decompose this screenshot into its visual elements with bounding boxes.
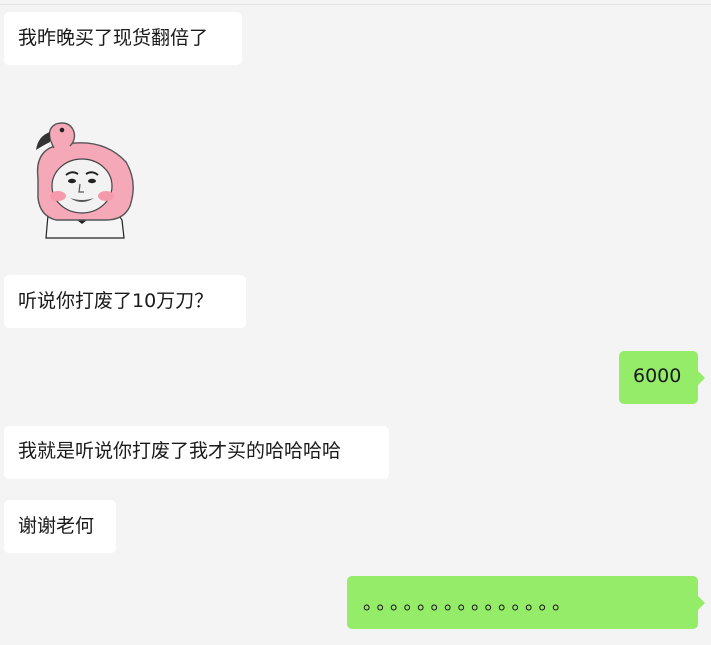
- message-text: 。。。。。。。。。。。。。。。: [363, 592, 576, 614]
- top-divider: [0, 4, 711, 5]
- incoming-message-bubble[interactable]: 谢谢老何: [4, 500, 116, 553]
- incoming-message-bubble[interactable]: 我就是听说你打废了我才买的哈哈哈哈: [4, 426, 389, 479]
- flamingo-hat-meme-face-icon: [36, 122, 134, 239]
- incoming-message-bubble[interactable]: 我昨晚买了现货翻倍了: [4, 12, 242, 65]
- message-text: 我就是听说你打废了我才买的哈哈哈哈: [18, 440, 342, 462]
- incoming-message-bubble[interactable]: 听说你打废了10万刀？: [4, 275, 246, 328]
- message-text: 6000: [633, 365, 682, 387]
- outgoing-message-bubble[interactable]: 。。。。。。。。。。。。。。。: [347, 576, 705, 629]
- message-text: 谢谢老何: [18, 515, 95, 537]
- outgoing-message-bubble[interactable]: 6000: [619, 351, 705, 404]
- message-text: 我昨晚买了现货翻倍了: [18, 27, 209, 49]
- sticker-message[interactable]: [26, 120, 136, 240]
- message-text: 听说你打废了10万刀？: [18, 290, 214, 312]
